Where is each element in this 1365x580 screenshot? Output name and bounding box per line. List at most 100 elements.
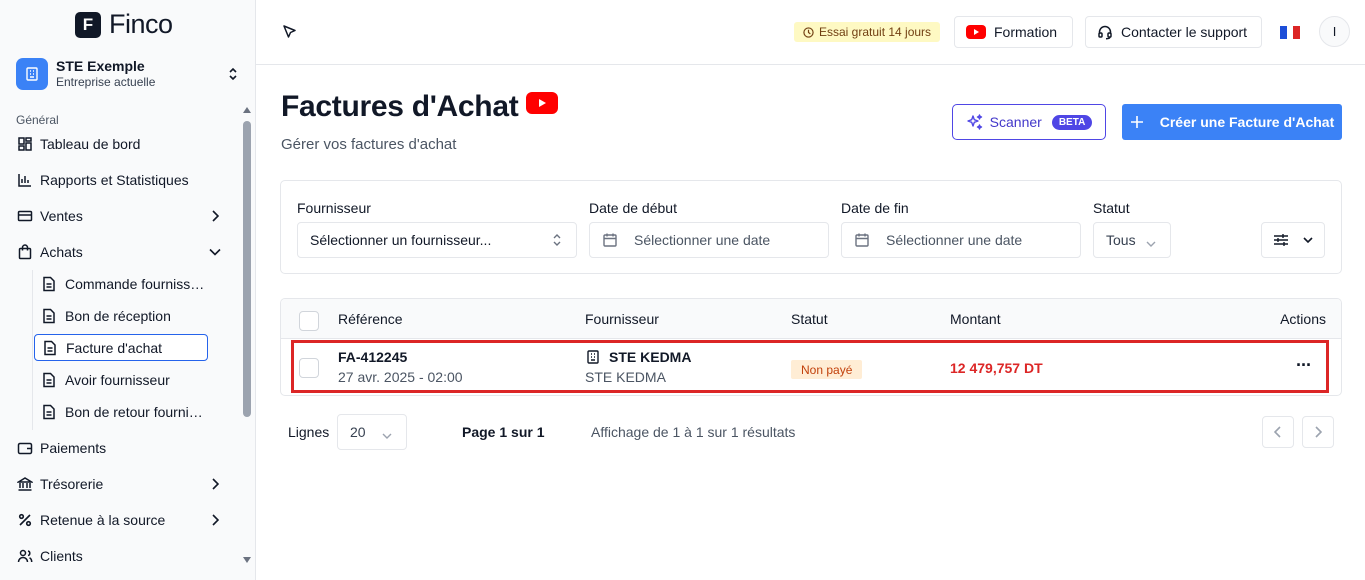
rows-per-page-select[interactable]: 20 — [337, 414, 407, 450]
sidebar-item-ventes[interactable]: Ventes — [16, 202, 226, 230]
supplier-cell: STE KEDMA — [585, 349, 691, 365]
sidebar-item-label: Retenue à la source — [40, 512, 166, 528]
results-info: Affichage de 1 à 1 sur 1 résultats — [591, 424, 796, 440]
invoice-reference[interactable]: FA-412245 — [338, 349, 407, 365]
scroll-up-arrow-icon[interactable] — [243, 107, 251, 113]
french-flag-icon[interactable] — [1280, 26, 1301, 39]
sidebar-item-label: Achats — [40, 244, 83, 260]
sidebar-item-label: Trésorerie — [40, 476, 104, 492]
rows-per-page-label: Lignes — [288, 424, 330, 440]
invoices-table: Référence Fournisseur Statut Montant Act… — [280, 298, 1342, 396]
previous-page-button[interactable] — [1262, 416, 1294, 448]
row-checkbox[interactable] — [299, 358, 319, 378]
next-page-button[interactable] — [1302, 416, 1334, 448]
status-filter-label: Statut — [1093, 200, 1130, 216]
pagination: Lignes 20 Page 1 sur 1 Affichage de 1 à … — [280, 414, 1342, 450]
sidebar-item-label: Ventes — [40, 208, 83, 224]
nav-section-general: Général — [16, 113, 59, 127]
chevron-left-icon — [1274, 426, 1281, 438]
supplier-filter-label: Fournisseur — [297, 200, 371, 216]
sidebar-item-label: Tableau de bord — [40, 136, 141, 152]
document-icon — [41, 404, 57, 420]
status-select[interactable]: Tous — [1093, 222, 1171, 258]
sidebar-item-label: Rapports et Statistiques — [40, 172, 189, 188]
chevron-right-icon — [208, 512, 222, 528]
sidebar-subitem-avoir-fournisseur[interactable]: Avoir fournisseur — [34, 366, 208, 393]
main-content: Factures d'Achat Gérer vos factures d'ac… — [256, 66, 1365, 580]
scroll-thumb[interactable] — [243, 121, 251, 417]
sidebar-item-dashboard[interactable]: Tableau de bord — [16, 130, 226, 158]
submenu-divider — [32, 270, 33, 430]
chevron-right-icon — [1315, 426, 1322, 438]
supplier-select[interactable]: Sélectionner un fournisseur... — [297, 222, 577, 258]
sidebar-item-label: Bon de réception — [65, 307, 171, 324]
start-date-picker[interactable]: Sélectionner une date — [589, 222, 829, 258]
sidebar-item-tresorerie[interactable]: Trésorerie — [16, 470, 226, 498]
document-icon — [41, 308, 57, 324]
table-row[interactable]: FA-412245 27 avr. 2025 - 02:00 STE KEDMA… — [281, 340, 1341, 395]
row-actions-menu-icon[interactable]: ··· — [1296, 355, 1312, 376]
supplier-select-value: Sélectionner un fournisseur... — [310, 232, 492, 248]
company-name: STE Exemple — [56, 58, 145, 74]
sidebar-item-label: Bon de retour fournisseur — [65, 403, 208, 420]
headset-icon — [1098, 25, 1112, 40]
supplier-name: STE KEDMA — [609, 349, 692, 365]
cursor-pointer-icon[interactable] — [282, 24, 300, 42]
sidebar-item-retenue[interactable]: Retenue à la source — [16, 506, 226, 534]
sidebar-subitem-bon-retour[interactable]: Bon de retour fournisseur — [34, 398, 208, 425]
sidebar-scrollbar[interactable] — [241, 103, 253, 569]
sidebar-subitem-bon-reception[interactable]: Bon de réception — [34, 302, 208, 329]
sidebar-item-clients[interactable]: Clients — [16, 542, 226, 570]
page-title: Factures d'Achat — [281, 90, 559, 124]
sidebar-subitem-facture-achat[interactable]: Facture d'achat — [34, 334, 208, 361]
sidebar: F Finco STE Exemple Entreprise actuelle … — [0, 0, 256, 580]
sidebar-item-label: Clients — [40, 548, 83, 564]
rows-per-page-value: 20 — [350, 424, 366, 440]
column-header-reference[interactable]: Référence — [338, 311, 403, 327]
trial-text: Essai gratuit 14 jours — [819, 25, 932, 39]
end-date-label: Date de fin — [841, 200, 909, 216]
scroll-down-arrow-icon[interactable] — [243, 557, 251, 563]
percent-icon — [16, 512, 33, 529]
youtube-icon[interactable] — [526, 92, 559, 114]
end-date-picker[interactable]: Sélectionner une date — [841, 222, 1081, 258]
support-button[interactable]: Contacter le support — [1085, 16, 1262, 48]
scanner-label: Scanner — [989, 114, 1042, 130]
page-title-text: Factures d'Achat — [281, 90, 519, 123]
company-subtitle: Entreprise actuelle — [56, 75, 156, 89]
formation-label: Formation — [994, 24, 1058, 40]
plus-icon — [1130, 116, 1143, 128]
column-header-actions: Actions — [1280, 311, 1326, 327]
formation-button[interactable]: Formation — [954, 16, 1073, 48]
document-icon — [41, 276, 57, 292]
sidebar-item-reports[interactable]: Rapports et Statistiques — [16, 166, 226, 194]
create-invoice-label: Créer une Facture d'Achat — [1159, 114, 1335, 130]
chevron-down-icon — [1146, 235, 1156, 251]
sidebar-item-label: Paiements — [40, 440, 107, 456]
building-icon — [587, 350, 599, 364]
sidebar-item-achats[interactable]: Achats — [16, 238, 226, 266]
column-settings-button[interactable] — [1261, 222, 1325, 258]
chevron-down-icon — [1303, 237, 1313, 244]
users-icon — [16, 548, 33, 565]
column-header-supplier[interactable]: Fournisseur — [585, 311, 659, 327]
calendar-icon — [603, 233, 617, 247]
user-avatar[interactable]: I — [1319, 16, 1350, 47]
scanner-button[interactable]: Scanner BETA — [952, 104, 1106, 140]
company-switcher[interactable]: STE Exemple Entreprise actuelle — [16, 56, 241, 92]
create-invoice-button[interactable]: Créer une Facture d'Achat — [1122, 104, 1342, 140]
beta-badge: BETA — [1051, 114, 1093, 130]
sidebar-item-paiements[interactable]: Paiements — [16, 434, 226, 462]
app-logo[interactable]: F Finco — [75, 9, 173, 40]
select-all-checkbox[interactable] — [299, 311, 319, 331]
youtube-icon — [966, 25, 986, 39]
support-label: Contacter le support — [1121, 24, 1248, 40]
start-date-label: Date de début — [589, 200, 677, 216]
status-badge: Non payé — [791, 360, 863, 379]
bar-chart-icon — [16, 172, 33, 189]
wallet-icon — [16, 440, 33, 457]
chevron-right-icon — [208, 208, 222, 224]
column-header-status[interactable]: Statut — [791, 311, 828, 327]
column-header-amount[interactable]: Montant — [950, 311, 1001, 327]
sidebar-subitem-commande-fournisseur[interactable]: Commande fournisseur — [34, 270, 208, 297]
